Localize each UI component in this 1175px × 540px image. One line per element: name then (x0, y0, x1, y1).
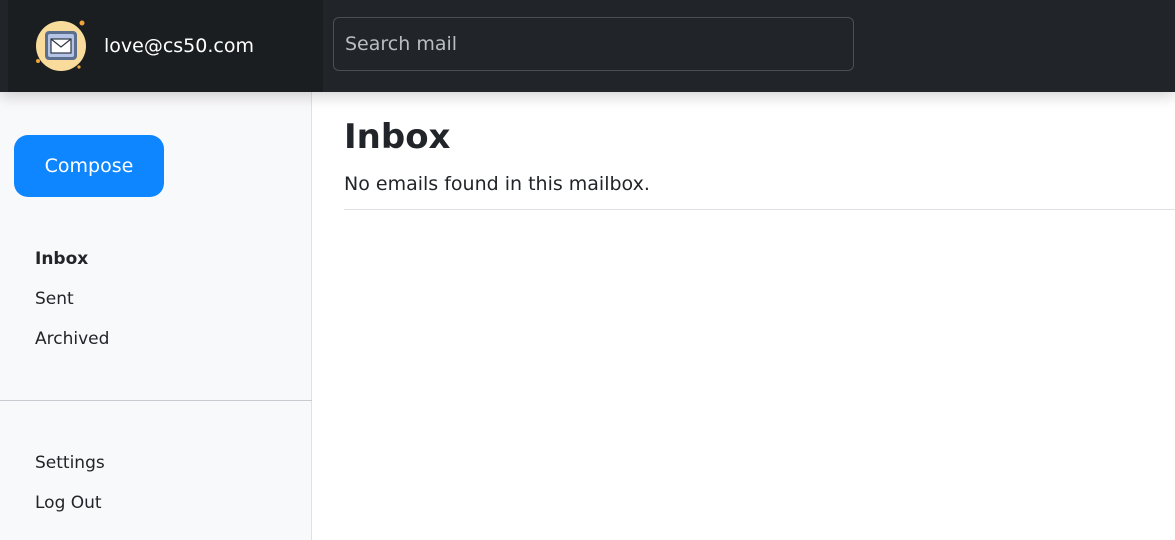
search-input[interactable] (333, 17, 854, 71)
top-navbar: love@cs50.com (0, 0, 1175, 92)
brand-panel: love@cs50.com (8, 0, 323, 92)
sidebar-item-logout[interactable]: Log Out (35, 492, 102, 514)
sidebar: Compose Inbox Sent Archived Settings Log… (0, 92, 312, 540)
sidebar-item-settings[interactable]: Settings (35, 452, 105, 474)
account-email: love@cs50.com (104, 35, 254, 57)
compose-button[interactable]: Compose (14, 135, 164, 197)
page-title: Inbox (344, 117, 451, 157)
sidebar-item-sent[interactable]: Sent (35, 288, 74, 310)
sidebar-item-archived[interactable]: Archived (35, 328, 109, 350)
envelope-icon[interactable] (34, 16, 92, 74)
content-divider (344, 209, 1175, 210)
empty-mailbox-message: No emails found in this mailbox. (344, 173, 650, 195)
sidebar-divider (0, 400, 312, 401)
mailbox-view: Inbox No emails found in this mailbox. (312, 92, 1175, 540)
sidebar-item-inbox[interactable]: Inbox (35, 248, 88, 270)
